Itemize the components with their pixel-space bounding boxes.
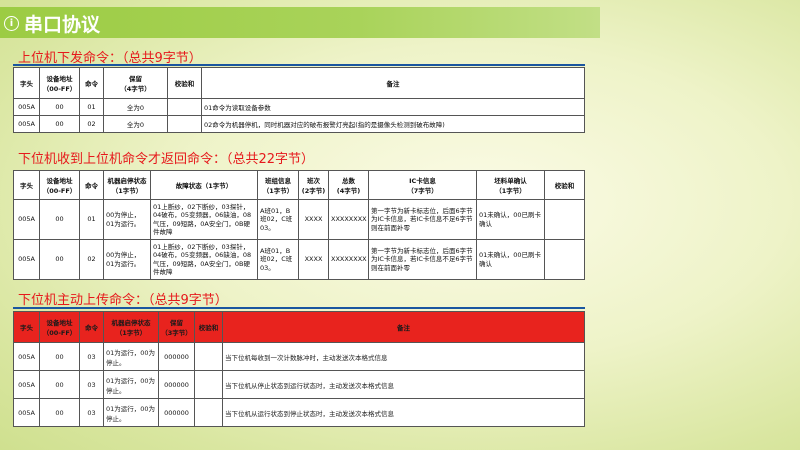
table-row: 005A 00 01 00为停止，01为运行。 01上断纱，02下断纱，03探针，04破…	[13, 199, 585, 240]
table-cell: 005A	[13, 115, 40, 133]
table-header-cell: 命令	[79, 170, 104, 200]
table-cell: 00	[39, 239, 80, 280]
table-header-cell: 字头	[13, 67, 40, 99]
table-header-cell: 校验和	[167, 67, 202, 99]
table-cell: XXXX	[298, 199, 329, 240]
table-header-cell: 总数 (4字节)	[328, 170, 369, 200]
section3-table: 字头 设备地址 （00-FF） 命令 机器启停状态 （1字节） 保留 （3字节） 校验和 备注 0…	[13, 311, 585, 427]
section1-table: 字头 设备地址 （00-FF） 命令 保留 （4字节） 校验和 备注 005A 00 01 全为0 0…	[13, 67, 585, 133]
slide-title: 串口协议	[24, 14, 101, 36]
table-cell: 00为停止，01为运行。	[103, 199, 151, 240]
table-cell: XXXXXXXX	[328, 199, 369, 240]
table-header-cell: 设备地址 （00-FF）	[39, 170, 80, 200]
table-cell: 03	[79, 398, 104, 427]
table-header-cell: 坯料单确认 （1字节）	[476, 170, 545, 200]
table-row: 005A 00 03 01为运行，00为停止。 000000 当下位机每收到一次计数脉冲时…	[13, 342, 585, 371]
table-cell: 005A	[13, 370, 40, 399]
table-row: 005A 00 02 全为0 02命令为机器停机，同时机器对应的破布报警灯亮起(指的是摄…	[13, 115, 585, 133]
table-cell: 000000	[158, 370, 195, 399]
table-cell: 005A	[13, 98, 40, 116]
section2-heading: 下位机收到上位机命令才返回命令：（总共22字节）	[18, 152, 315, 167]
table-cell	[167, 115, 202, 133]
table-cell: 005A	[13, 199, 40, 240]
table-cell: 02	[79, 239, 104, 280]
table-header-cell: 机器启停状态（1字节）	[103, 170, 151, 200]
table-cell: 01上断纱，02下断纱，03探针，04破布，05变频器，06缺油，08气压，09…	[150, 199, 258, 240]
table-cell: 01上断纱，02下断纱，03探针，04破布，05变频器，06缺油，08气压，09…	[150, 239, 258, 280]
table-header-cell: 校验和	[194, 311, 223, 343]
table-cell: XXXX	[298, 239, 329, 280]
table-cell: 00为停止，01为运行。	[103, 239, 151, 280]
table-row: 005A 00 02 00为停止，01为运行。 01上断纱，02下断纱，03探针，04破…	[13, 239, 585, 280]
table-row: 005A 00 03 01为运行，00为停止。 000000 当下位机从运行状态到停止状态…	[13, 398, 585, 427]
table-cell: A班01，B班02，C班03。	[257, 199, 299, 240]
table-cell	[167, 98, 202, 116]
table-cell: 第一字节为新卡标志位，后面6字节为IC卡信息，若IC卡信息不足6字节则在前面补零	[368, 199, 477, 240]
table-cell: 000000	[158, 342, 195, 371]
table-cell: 00	[39, 98, 80, 116]
table-cell: 03	[79, 370, 104, 399]
table-cell: 01未确认，00已刷卡确认	[476, 239, 545, 280]
table-cell: 01为运行，00为停止。	[103, 342, 159, 371]
table-cell: 01命令为读取设备参数	[201, 98, 585, 116]
table-header-cell: 字头	[13, 170, 40, 200]
section1-underline	[13, 64, 585, 66]
table-cell: 005A	[13, 342, 40, 371]
table-cell	[544, 199, 585, 240]
table-cell: 005A	[13, 398, 40, 427]
table-cell: 000000	[158, 398, 195, 427]
slide-title-bar: i 串口协议	[0, 7, 600, 38]
table-cell: 00	[39, 342, 80, 371]
table-header-cell: 备注	[222, 311, 585, 343]
table-row: 005A 00 01 全为0 01命令为读取设备参数	[13, 98, 585, 116]
table-cell: 第一字节为新卡标志位，后面6字节为IC卡信息，若IC卡信息不足6字节则在前面补零	[368, 239, 477, 280]
table-cell: 当下位机从停止状态到运行状态时，主动发送次本格式信息	[222, 370, 585, 399]
table-cell: 01为运行，00为停止。	[103, 370, 159, 399]
table-header-cell: 班组信息（1字节）	[257, 170, 299, 200]
table-cell: 00	[39, 199, 80, 240]
table-header-cell: 备注	[201, 67, 585, 99]
table-cell: 01	[79, 199, 104, 240]
table-header-cell: 故障状态（1字节）	[150, 170, 258, 200]
section2-table: 字头 设备地址 （00-FF） 命令 机器启停状态（1字节） 故障状态（1字节） 班组信息（…	[13, 170, 585, 280]
table-cell: XXXXXXXX	[328, 239, 369, 280]
info-icon: i	[4, 16, 19, 31]
table-cell: 02	[79, 115, 104, 133]
table-header-cell: 保留 （4字节）	[103, 67, 168, 99]
table-cell: 03	[79, 342, 104, 371]
table-header-cell: 命令	[79, 311, 104, 343]
table-cell: 01为运行，00为停止。	[103, 398, 159, 427]
table-cell: 当下位机从运行状态到停止状态时，主动发送次本格式信息	[222, 398, 585, 427]
table-cell: 当下位机每收到一次计数脉冲时，主动发送次本格式信息	[222, 342, 585, 371]
table-cell: 00	[39, 115, 80, 133]
table-header-cell: 设备地址 （00-FF）	[39, 67, 80, 99]
table-cell: 005A	[13, 239, 40, 280]
table-header-cell: 校验和	[544, 170, 585, 200]
table-cell	[194, 342, 223, 371]
table-cell: 01	[79, 98, 104, 116]
table-header-cell: 班次 (2字节)	[298, 170, 329, 200]
table-header-cell: 保留 （3字节）	[158, 311, 195, 343]
table-header-cell: 命令	[79, 67, 104, 99]
table-cell	[544, 239, 585, 280]
table-header-cell: 机器启停状态（1字节）	[103, 311, 159, 343]
table-row: 005A 00 03 01为运行，00为停止。 000000 当下位机从停止状态到运行状态…	[13, 370, 585, 399]
table-header-cell: 设备地址 （00-FF）	[39, 311, 80, 343]
table-cell: 全为0	[103, 115, 168, 133]
table-cell: 01未确认，00已刷卡确认	[476, 199, 545, 240]
table-cell: 00	[39, 398, 80, 427]
table-cell: A班01，B班02，C班03。	[257, 239, 299, 280]
table-header-cell: IC卡信息 （7字节）	[368, 170, 477, 200]
table-cell	[194, 398, 223, 427]
table-cell: 02命令为机器停机，同时机器对应的破布报警灯亮起(指的是摄像头检测到破布故障)	[201, 115, 585, 133]
table-cell: 全为0	[103, 98, 168, 116]
section3-underline	[13, 307, 585, 309]
table-header-cell: 字头	[13, 311, 40, 343]
table-cell: 00	[39, 370, 80, 399]
table-cell	[194, 370, 223, 399]
section3-heading: 下位机主动上传命令：（总共9字节）	[18, 293, 228, 308]
